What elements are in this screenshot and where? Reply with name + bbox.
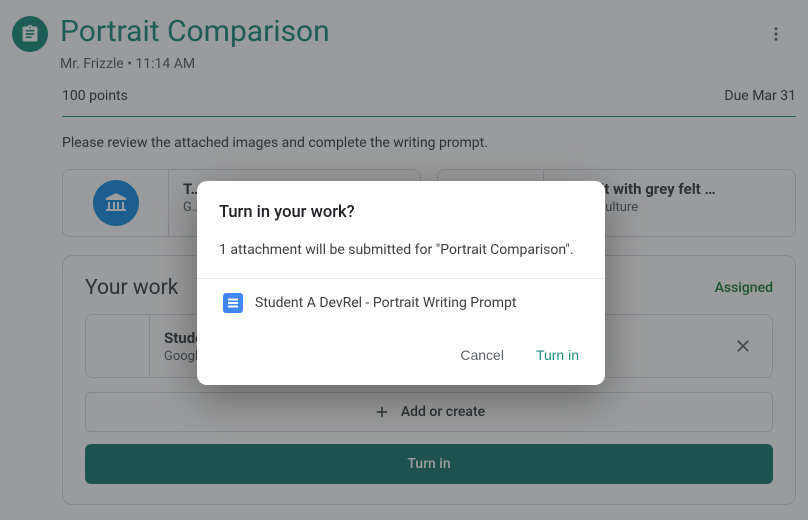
dialog-actions: Cancel Turn in [219, 341, 583, 369]
google-doc-icon [223, 293, 243, 313]
dialog-attachment-row: Student A DevRel - Portrait Writing Prom… [219, 293, 583, 313]
assignment-page: Portrait Comparison Mr. Frizzle • 11:14 … [0, 0, 808, 520]
dialog-divider [197, 278, 605, 279]
turn-in-dialog: Turn in your work? 1 attachment will be … [197, 181, 605, 385]
dialog-attachment-name: Student A DevRel - Portrait Writing Prom… [255, 295, 516, 311]
dialog-title: Turn in your work? [219, 203, 583, 222]
turn-in-confirm-button[interactable]: Turn in [532, 341, 583, 369]
dialog-body: 1 attachment will be submitted for "Port… [219, 242, 583, 258]
cancel-button[interactable]: Cancel [456, 341, 508, 369]
